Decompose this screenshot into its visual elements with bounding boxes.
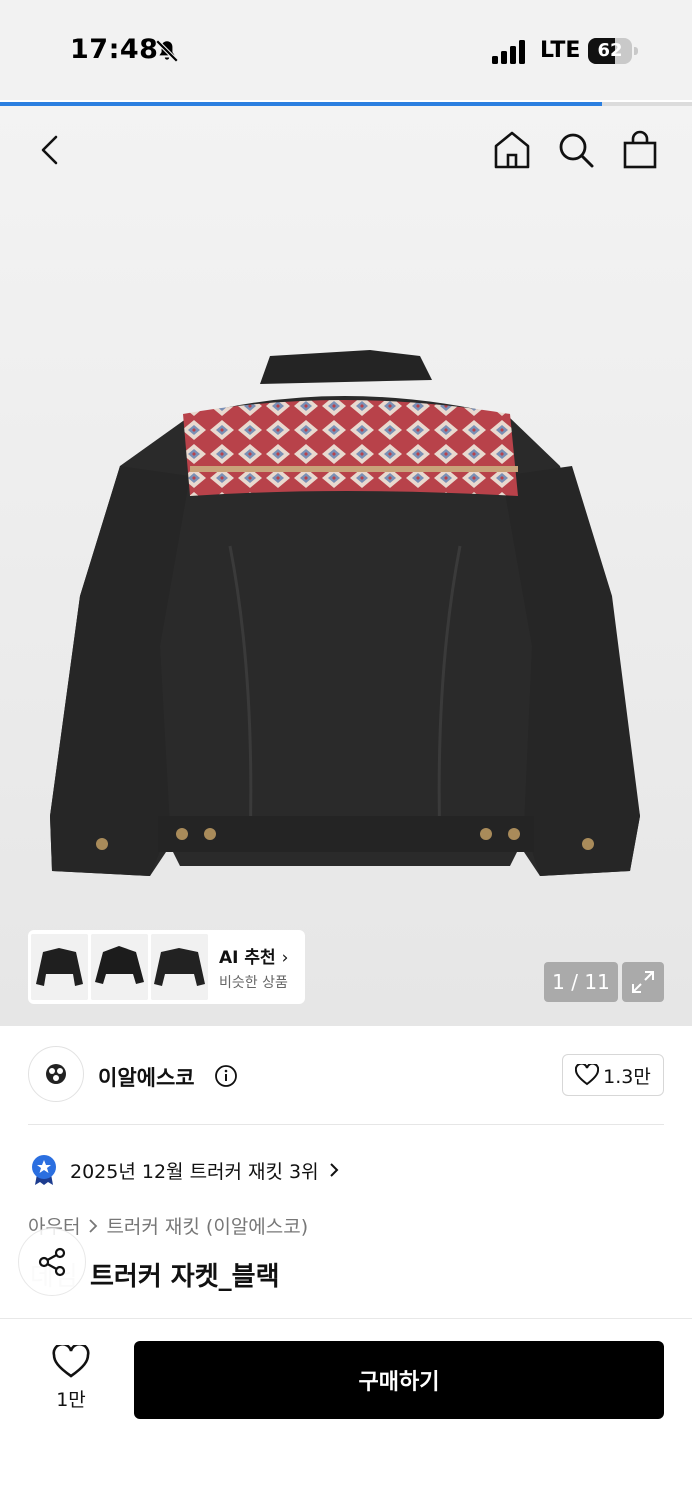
ai-recommendation-card[interactable]: AI 추천 › 비슷한 상품 (28, 930, 305, 1004)
status-time: 17:48 (70, 34, 159, 65)
shopping-bag-icon (623, 130, 657, 169)
brand-like-button[interactable]: 1.3만 (562, 1054, 664, 1096)
buy-button[interactable]: 구매하기 (134, 1341, 664, 1419)
bell-muted-icon (155, 39, 179, 63)
search-button[interactable] (554, 128, 598, 172)
brand-logo-icon (46, 1064, 66, 1084)
image-pager: 1 / 11 (544, 962, 618, 1002)
battery-percent: 62 (597, 40, 623, 61)
home-button[interactable] (490, 128, 534, 172)
heart-icon (575, 1064, 600, 1086)
ranking-text: 2025년 12월 트러커 재킷 3위 (70, 1160, 319, 1183)
bottom-action-bar: 1만 구매하기 (0, 1318, 692, 1500)
ai-recommendation-subtitle: 비슷한 상품 (219, 974, 288, 991)
ranking-badge-icon (32, 1155, 56, 1185)
search-icon (559, 133, 594, 168)
brand-logo[interactable] (28, 1046, 84, 1102)
brand-like-count: 1.3만 (603, 1065, 651, 1088)
recommendation-thumbnail[interactable] (91, 934, 148, 1000)
back-icon (41, 135, 58, 165)
chevron-right-icon (89, 1218, 98, 1233)
back-button[interactable] (28, 128, 72, 172)
home-icon (494, 131, 530, 169)
ai-recommendation-title: AI 추천 › (219, 947, 289, 968)
battery-icon: 62 (588, 38, 638, 64)
expand-icon (632, 971, 654, 993)
recommendation-thumbnail[interactable] (31, 934, 88, 1000)
product-title: 트러커 자켓_블랙 (90, 1262, 280, 1292)
expand-image-button[interactable] (622, 962, 664, 1002)
ranking-link[interactable]: 2025년 12월 트러커 재킷 3위 (30, 1154, 341, 1186)
network-type: LTE (540, 38, 581, 63)
cellular-signal-icon (492, 40, 525, 64)
brand-row: 이알에스코 1.3만 (0, 1026, 692, 1126)
status-bar: 17:48 LTE 62 (0, 0, 692, 100)
chevron-right-icon (329, 1163, 339, 1177)
heart-icon (52, 1342, 90, 1378)
share-button[interactable] (18, 1228, 86, 1296)
recommendation-thumbnail[interactable] (151, 934, 208, 1000)
cart-button[interactable] (618, 128, 662, 172)
chevron-right-icon: › (281, 947, 289, 968)
wishlist-count: 1만 (56, 1389, 86, 1411)
wishlist-button[interactable]: 1만 (36, 1342, 106, 1415)
info-icon[interactable] (214, 1064, 238, 1088)
product-image-gallery[interactable]: AI 추천 › 비슷한 상품 1 / 11 (0, 106, 692, 1026)
breadcrumb-subcategory[interactable]: 트러커 재킷 (이알에스코) (106, 1212, 308, 1239)
brand-name[interactable]: 이알에스코 (98, 1062, 195, 1092)
product-photo (50, 350, 640, 876)
share-icon (38, 1247, 66, 1277)
divider (28, 1124, 664, 1125)
